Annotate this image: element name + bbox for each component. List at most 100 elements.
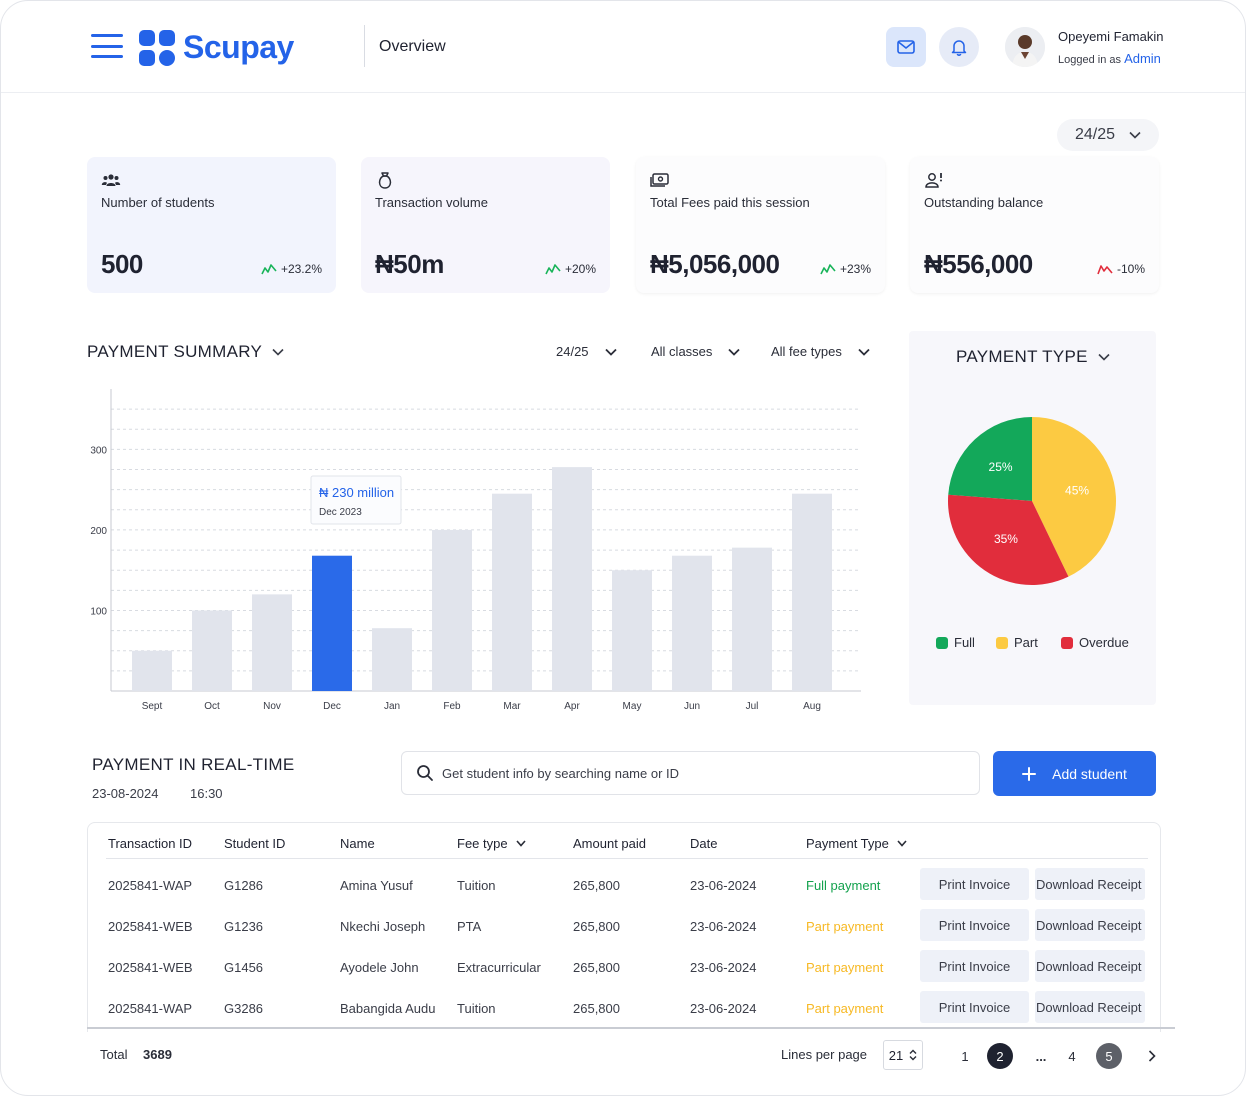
user-name: Opeyemi Famakin: [1058, 29, 1164, 44]
page-2-current[interactable]: 2: [987, 1043, 1013, 1069]
cell-status: Part payment: [806, 960, 884, 975]
legend-label: Part: [1014, 635, 1038, 650]
col-transaction-id[interactable]: Transaction ID: [108, 836, 192, 851]
print-invoice-button[interactable]: Print Invoice: [920, 950, 1029, 982]
download-receipt-button[interactable]: Download Receipt: [1035, 991, 1145, 1023]
avatar-image: [1005, 27, 1045, 67]
stat-card-volume: Transaction volume ₦50m +20%: [361, 157, 610, 293]
avatar[interactable]: [1005, 27, 1045, 67]
table-row: 2025841-WEB G1456 Ayodele John Extracurr…: [106, 948, 1156, 989]
col-payment-type[interactable]: Payment Type: [806, 836, 907, 851]
cell-amount: 265,800: [573, 878, 620, 893]
add-student-button[interactable]: Add student: [993, 751, 1156, 796]
chevron-down-icon: [728, 348, 741, 356]
header-label: Transaction ID: [108, 836, 193, 851]
payment-summary-title[interactable]: PAYMENT SUMMARY: [87, 342, 284, 362]
print-invoice-button[interactable]: Print Invoice: [920, 991, 1029, 1023]
download-receipt-button[interactable]: Download Receipt: [1035, 950, 1145, 982]
download-receipt-button[interactable]: Download Receipt: [1035, 909, 1145, 941]
x-tick-label: Jan: [384, 701, 400, 712]
table-row: 2025841-WEB G1236 Nkechi Joseph PTA 265,…: [106, 907, 1156, 948]
print-invoice-button[interactable]: Print Invoice: [920, 909, 1029, 941]
top-bar: Scupay Overview Opeyemi Famakin Logged i…: [1, 1, 1245, 93]
cell-name: Ayodele John: [340, 960, 419, 975]
x-tick-label: Aug: [803, 701, 821, 712]
filter-fee-types[interactable]: All fee types: [771, 344, 870, 359]
stat-card-outstanding: Outstanding balance ₦556,000 -10%: [910, 157, 1159, 293]
stat-label: Number of students: [101, 195, 215, 210]
session-value: 24/25: [1074, 126, 1116, 143]
header-label: Name: [340, 836, 375, 851]
cell-date: 23-06-2024: [690, 878, 757, 893]
col-fee-type[interactable]: Fee type: [457, 836, 526, 851]
mail-button[interactable]: [886, 27, 926, 67]
cell-student-id: G1286: [224, 878, 264, 893]
bar-apr: [552, 467, 592, 691]
cell-fee-type: Tuition: [457, 1001, 496, 1016]
cell-status: Part payment: [806, 1001, 884, 1016]
money-bag-icon: [378, 172, 392, 189]
cell-date: 23-06-2024: [690, 1001, 757, 1016]
stat-delta: -10%: [1097, 262, 1145, 276]
x-tick-label: Sept: [142, 701, 163, 712]
header-label: Date: [690, 836, 718, 851]
bar-mar: [492, 493, 532, 691]
page-title: Overview: [379, 38, 446, 55]
pie-label: 35%: [994, 532, 1018, 546]
filter-classes[interactable]: All classes: [651, 344, 741, 359]
page-5[interactable]: 5: [1096, 1043, 1122, 1069]
payment-type-label: PAYMENT TYPE: [956, 347, 1088, 366]
header-label: Fee type: [457, 836, 508, 851]
chevron-down-icon: [515, 840, 526, 847]
lines-per-page-label: Lines per page: [781, 1047, 868, 1062]
notification-button[interactable]: [939, 27, 979, 67]
col-name[interactable]: Name: [340, 836, 375, 851]
bar-jul: [732, 547, 772, 691]
x-tick-label: Dec: [323, 701, 341, 712]
cell-name: Babangida Audu: [340, 1001, 436, 1016]
table-header: Transaction ID Student ID Name Fee type …: [106, 823, 1148, 859]
app-window: Scupay Overview Opeyemi Famakin Logged i…: [0, 0, 1246, 1096]
menu-icon[interactable]: [91, 34, 123, 58]
print-invoice-button[interactable]: Print Invoice: [920, 868, 1029, 900]
x-tick-label: Mar: [503, 701, 521, 712]
session-select[interactable]: 24/25: [1057, 119, 1159, 151]
trend-up-icon: [545, 264, 561, 275]
cell-student-id: G3286: [224, 1001, 264, 1016]
cell-name: Nkechi Joseph: [340, 919, 426, 934]
download-receipt-button[interactable]: Download Receipt: [1035, 868, 1145, 900]
sort-arrows-icon: [909, 1049, 917, 1061]
stat-delta-value: +23.2%: [280, 262, 322, 276]
filter-session[interactable]: 24/25: [556, 344, 617, 359]
students-icon: [101, 174, 121, 186]
page-1[interactable]: 1: [952, 1043, 978, 1069]
page-4[interactable]: 4: [1059, 1043, 1085, 1069]
x-tick-label: Jul: [746, 701, 759, 712]
brand-logo[interactable]: Scupay: [139, 29, 294, 66]
search-input[interactable]: [442, 765, 922, 781]
col-student-id[interactable]: Student ID: [224, 836, 285, 851]
lines-per-page-select[interactable]: 21: [883, 1040, 923, 1070]
trend-up-icon: [820, 264, 836, 275]
realtime-time: 16:30: [190, 786, 223, 801]
payment-type-title[interactable]: PAYMENT TYPE: [956, 347, 1110, 367]
tooltip-date: Dec 2023: [319, 507, 362, 518]
stat-value: ₦50m: [375, 249, 444, 279]
legend-overdue: Overdue: [1061, 635, 1129, 650]
total-label: Total: [100, 1047, 128, 1062]
user-role: Logged in as Admin: [1058, 51, 1161, 66]
header-label: Student ID: [224, 836, 286, 851]
filter-label: All fee types: [771, 344, 842, 359]
next-page-button[interactable]: [1139, 1043, 1165, 1069]
table-bottom-border: [87, 1027, 1175, 1029]
y-tick-label: 300: [90, 445, 107, 456]
col-date[interactable]: Date: [690, 836, 717, 851]
cell-amount: 265,800: [573, 960, 620, 975]
stat-delta-value: +20%: [564, 262, 596, 276]
logo-icon: [139, 29, 175, 66]
col-amount[interactable]: Amount paid: [573, 836, 646, 851]
x-tick-label: Apr: [564, 701, 580, 712]
cell-amount: 265,800: [573, 1001, 620, 1016]
x-tick-label: Feb: [443, 701, 461, 712]
stat-card-fees: Total Fees paid this session ₦5,056,000 …: [636, 157, 885, 293]
